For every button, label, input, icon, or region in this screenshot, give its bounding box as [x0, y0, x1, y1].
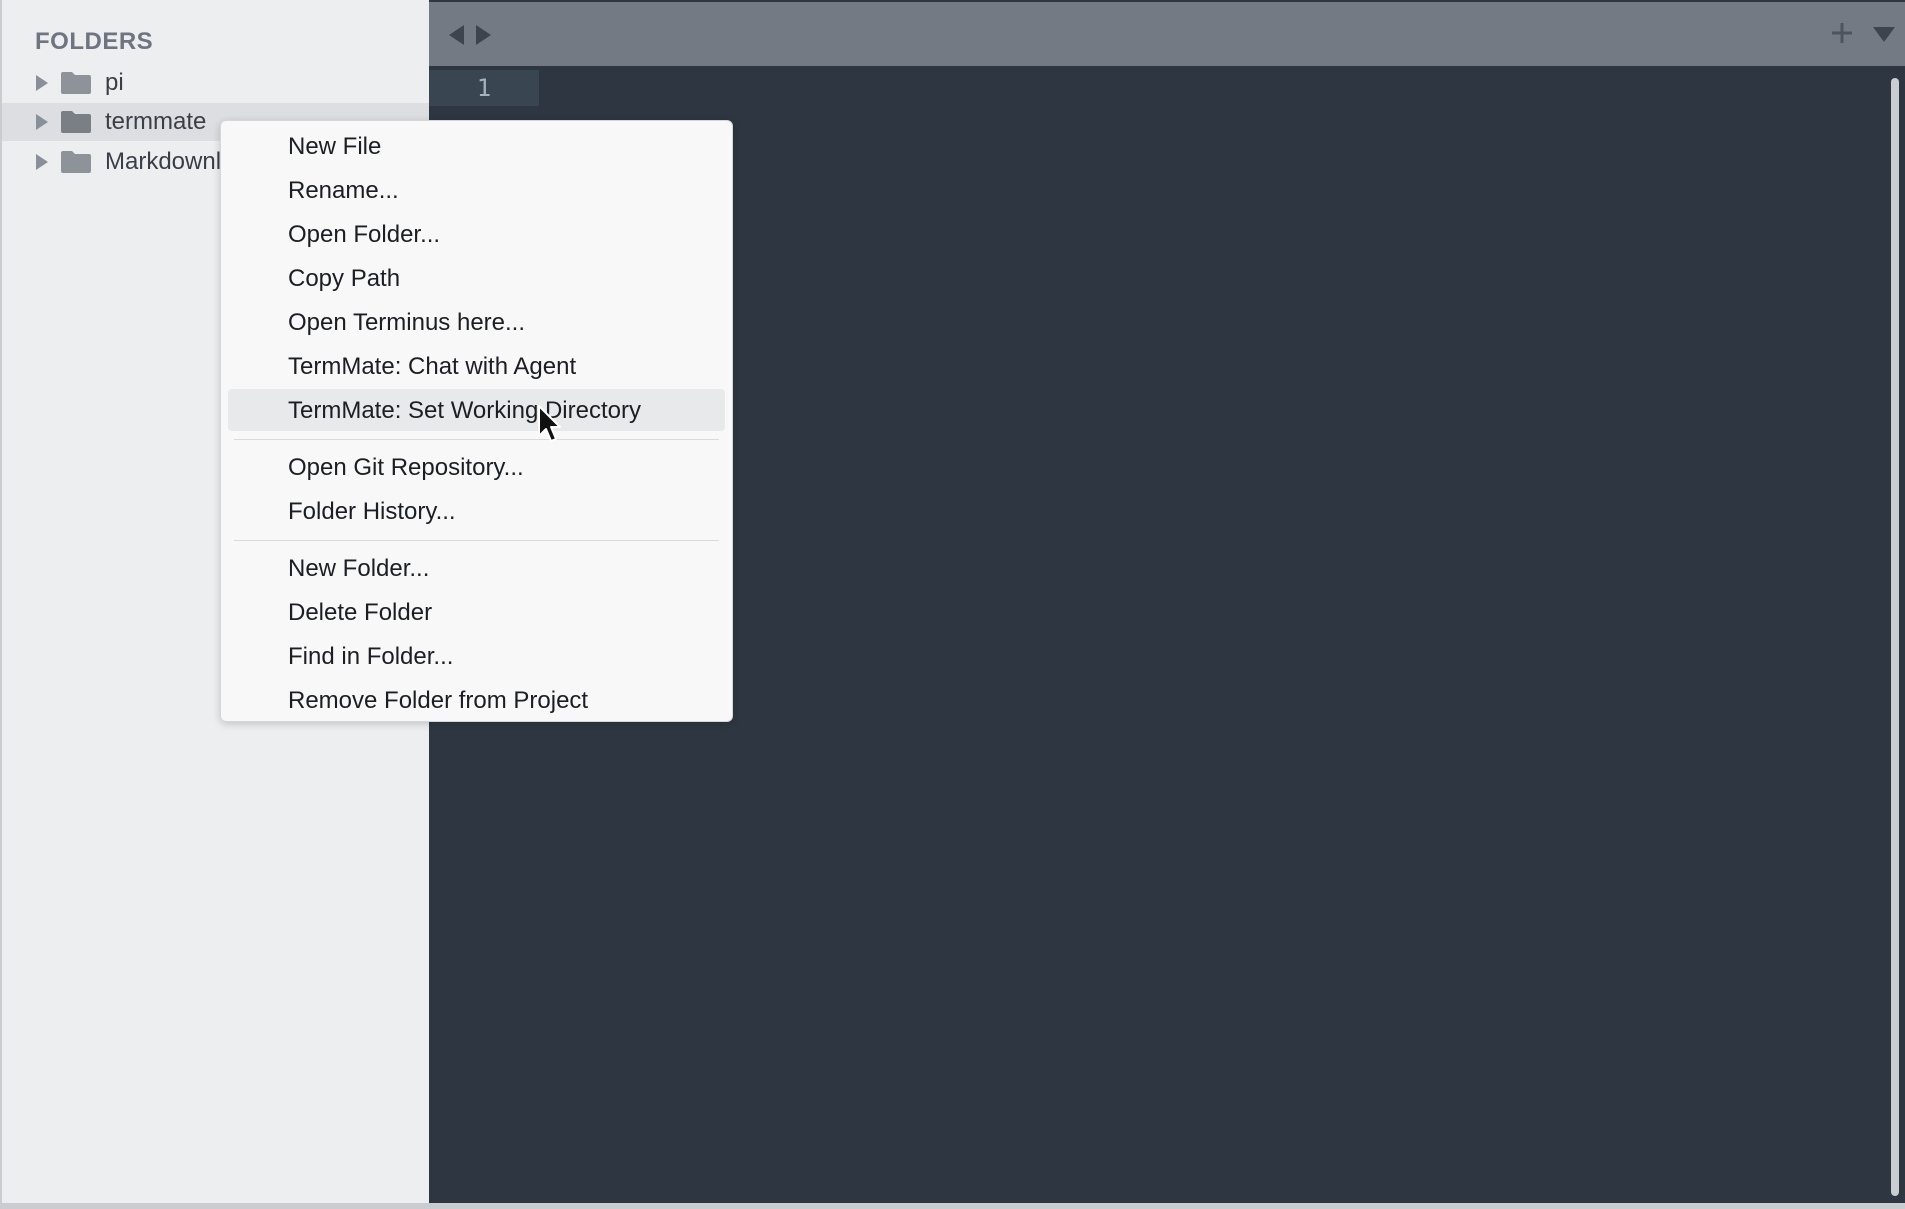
menu-item-rename[interactable]: Rename... — [228, 169, 725, 211]
menu-item-label: Copy Path — [288, 265, 401, 292]
menu-item-label: Rename... — [288, 177, 399, 204]
menu-item-label: Folder History... — [288, 498, 456, 525]
menu-item-open-git-repository[interactable]: Open Git Repository... — [228, 446, 725, 488]
sublime-text-window: FOLDERS pi termmate Markdownl 1 New File… — [0, 0, 1905, 1209]
sidebar-item-label: Markdownl — [105, 148, 222, 175]
menu-item-delete-folder[interactable]: Delete Folder — [228, 591, 725, 633]
menu-item-open-folder[interactable]: Open Folder... — [228, 213, 725, 255]
menu-item-remove-folder-from-project[interactable]: Remove Folder from Project — [228, 679, 725, 721]
menu-item-new-folder[interactable]: New Folder... — [228, 547, 725, 589]
disclosure-triangle-icon[interactable] — [36, 114, 48, 130]
disclosure-triangle-icon[interactable] — [36, 75, 48, 91]
sidebar-item-label: termmate — [105, 108, 207, 135]
menu-item-label: Delete Folder — [288, 599, 433, 626]
menu-separator — [234, 439, 719, 440]
menu-item-label: Open Git Repository... — [288, 454, 524, 481]
chevron-left-icon[interactable] — [449, 25, 464, 45]
chevron-down-icon[interactable] — [1873, 27, 1895, 42]
sidebar-item-pi[interactable]: pi — [2, 64, 431, 102]
line-number: 1 — [429, 70, 539, 106]
menu-item-label: Open Folder... — [288, 221, 441, 248]
menu-item-new-file[interactable]: New File — [228, 125, 725, 167]
sidebar-header: FOLDERS — [35, 28, 154, 55]
menu-item-open-terminus[interactable]: Open Terminus here... — [228, 301, 725, 343]
menu-item-folder-history[interactable]: Folder History... — [228, 490, 725, 532]
folder-icon — [61, 111, 91, 133]
vertical-scrollbar[interactable] — [1891, 78, 1899, 1196]
menu-item-label: Find in Folder... — [288, 643, 454, 670]
menu-item-label: New File — [288, 133, 382, 160]
folder-icon — [61, 72, 91, 94]
menu-item-copy-path[interactable]: Copy Path — [228, 257, 725, 299]
menu-item-termmate-set-working-directory[interactable]: TermMate: Set Working Directory — [228, 389, 725, 431]
menu-item-label: Remove Folder from Project — [288, 687, 589, 714]
chevron-right-icon[interactable] — [476, 25, 491, 45]
menu-item-label: New Folder... — [288, 555, 430, 582]
menu-separator — [234, 540, 719, 541]
sidebar-item-label: pi — [105, 69, 124, 96]
plus-icon[interactable] — [1830, 21, 1854, 45]
folder-icon — [61, 151, 91, 173]
menu-item-termmate-chat[interactable]: TermMate: Chat with Agent — [228, 345, 725, 387]
horizontal-scrollbar[interactable] — [0, 1203, 1905, 1209]
disclosure-triangle-icon[interactable] — [36, 154, 48, 170]
tab-bar — [429, 2, 1905, 66]
context-menu: New File Rename... Open Folder... Copy P… — [220, 120, 733, 722]
menu-item-find-in-folder[interactable]: Find in Folder... — [228, 635, 725, 677]
menu-item-label: TermMate: Chat with Agent — [288, 353, 577, 380]
mouse-cursor-icon — [538, 405, 561, 442]
menu-item-label: TermMate: Set Working Directory — [288, 397, 641, 424]
menu-item-label: Open Terminus here... — [288, 309, 526, 336]
